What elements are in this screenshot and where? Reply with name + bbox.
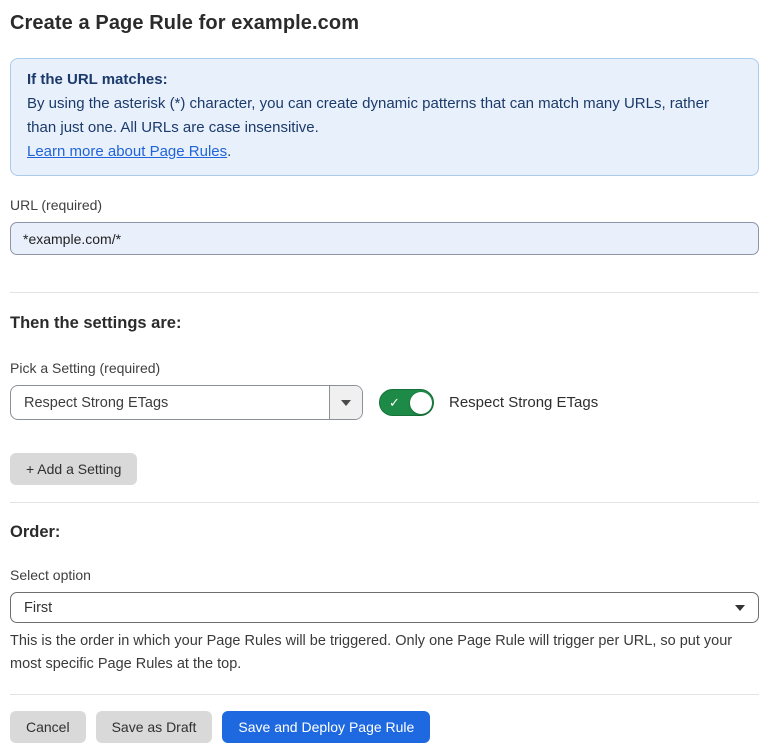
add-setting-button[interactable]: + Add a Setting xyxy=(10,453,137,485)
check-icon: ✓ xyxy=(389,396,400,409)
section-divider xyxy=(10,502,759,503)
chevron-down-icon xyxy=(341,400,351,406)
toggle-knob xyxy=(410,392,432,414)
settings-section-heading: Then the settings are: xyxy=(10,314,759,333)
setting-select-arrow-button[interactable] xyxy=(329,386,362,419)
info-box-heading: If the URL matches: xyxy=(27,68,742,92)
save-as-draft-button[interactable]: Save as Draft xyxy=(96,711,213,743)
setting-toggle-label: Respect Strong ETags xyxy=(449,394,598,411)
setting-select-value: Respect Strong ETags xyxy=(11,386,329,419)
order-select-value: First xyxy=(24,600,52,616)
order-section-heading: Order: xyxy=(10,523,759,542)
info-box-body: By using the asterisk (*) character, you… xyxy=(27,92,742,140)
cancel-button[interactable]: Cancel xyxy=(10,711,86,743)
order-description: This is the order in which your Page Rul… xyxy=(10,630,755,676)
section-divider xyxy=(10,292,759,293)
setting-picker-label: Pick a Setting (required) xyxy=(10,360,759,376)
save-and-deploy-button[interactable]: Save and Deploy Page Rule xyxy=(222,711,430,743)
url-input[interactable] xyxy=(10,222,759,255)
url-match-info-box: If the URL matches: By using the asteris… xyxy=(10,58,759,176)
chevron-down-icon xyxy=(735,605,745,611)
info-box-link-line: Learn more about Page Rules. xyxy=(27,140,742,164)
link-suffix: . xyxy=(227,143,231,160)
url-field-label: URL (required) xyxy=(10,197,759,213)
setting-select[interactable]: Respect Strong ETags xyxy=(10,385,363,420)
setting-toggle[interactable]: ✓ xyxy=(379,389,434,416)
page-title: Create a Page Rule for example.com xyxy=(10,12,759,35)
learn-more-link[interactable]: Learn more about Page Rules xyxy=(27,143,227,160)
footer-actions: Cancel Save as Draft Save and Deploy Pag… xyxy=(10,711,759,743)
footer-divider xyxy=(10,694,759,695)
order-select[interactable]: First xyxy=(10,592,759,623)
setting-row: Respect Strong ETags ✓ Respect Strong ET… xyxy=(10,385,759,420)
order-select-label: Select option xyxy=(10,567,759,583)
